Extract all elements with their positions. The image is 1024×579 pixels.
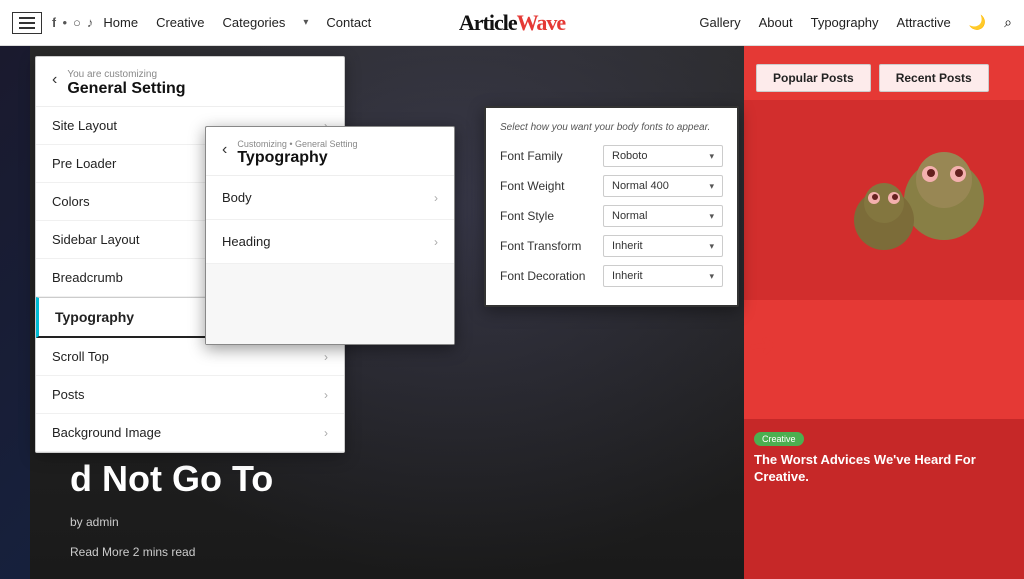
panel-general-subtitle: You are customizing	[67, 69, 185, 80]
font-decoration-select[interactable]: Inherit ▾	[603, 265, 723, 287]
font-style-select[interactable]: Normal ▾	[603, 205, 723, 227]
font-transform-select[interactable]: Inherit ▾	[603, 235, 723, 257]
typography-panel-title: Typography	[237, 149, 357, 167]
main-area: d Not Go To by admin Read More 2 mins re…	[0, 46, 1024, 579]
nav-home[interactable]: Home	[103, 15, 138, 30]
typography-panel: ‹ Customizing • General Setting Typograp…	[205, 126, 455, 345]
dropdown-caret-icon: ▾	[709, 181, 714, 192]
right-sidebar: Popular Posts Recent Posts	[744, 46, 1024, 579]
font-weight-label: Font Weight	[500, 179, 600, 193]
fontstyle-panel: Select how you want your body fonts to a…	[484, 106, 739, 307]
categories-chevron-icon: ▾	[303, 17, 308, 28]
social-icons: 𝐟 • ○ ♪	[52, 15, 93, 31]
font-decoration-label: Font Decoration	[500, 269, 600, 283]
nav-categories[interactable]: Categories	[223, 15, 286, 30]
font-family-label: Font Family	[500, 149, 600, 163]
instagram-icon[interactable]: ○	[73, 15, 81, 30]
typography-heading-item[interactable]: Heading ›	[206, 220, 454, 264]
chevron-icon: ›	[324, 426, 328, 440]
post-tabs: Popular Posts Recent Posts	[744, 56, 1024, 100]
panel-item-posts[interactable]: Posts ›	[36, 376, 344, 414]
sidebar-illustration	[744, 100, 1024, 300]
darkmode-icon[interactable]: 🌙	[969, 14, 986, 31]
font-family-row: Font Family Roboto ▾	[500, 145, 723, 167]
dropdown-caret-icon: ▾	[709, 241, 714, 252]
panel-general-header: ‹ You are customizing General Setting	[36, 57, 344, 107]
chevron-icon: ›	[434, 235, 438, 249]
hero-byline: by admin	[70, 515, 119, 529]
dropdown-caret-icon: ▾	[709, 211, 714, 222]
fontstyle-description: Select how you want your body fonts to a…	[500, 122, 723, 133]
sidebar-card: Creative The Worst Advices We've Heard F…	[744, 419, 1024, 579]
nav-attractive[interactable]: Attractive	[897, 15, 951, 30]
typography-panel-breadcrumb: Customizing • General Setting	[237, 139, 357, 149]
sidebar-card-text: The Worst Advices We've Heard For Creati…	[754, 452, 1014, 486]
panel-general-title: General Setting	[67, 80, 185, 98]
dropdown-caret-icon: ▾	[709, 271, 714, 282]
font-weight-row: Font Weight Normal 400 ▾	[500, 175, 723, 197]
behance-icon[interactable]: •	[62, 15, 67, 30]
font-style-label: Font Style	[500, 209, 600, 223]
tiktok-icon[interactable]: ♪	[87, 15, 94, 30]
font-style-row: Font Style Normal ▾	[500, 205, 723, 227]
nav-gallery[interactable]: Gallery	[699, 15, 740, 30]
chevron-icon: ›	[324, 350, 328, 364]
creative-badge: Creative	[754, 432, 804, 446]
nav-links: Home Creative Categories ▾ Contact	[103, 15, 371, 30]
typography-panel-spacer	[206, 264, 454, 344]
panel-item-background-image[interactable]: Background Image ›	[36, 414, 344, 452]
facebook-icon[interactable]: 𝐟	[52, 15, 56, 31]
dropdown-caret-icon: ▾	[709, 151, 714, 162]
typography-body-item[interactable]: Body ›	[206, 176, 454, 220]
font-transform-row: Font Transform Inherit ▾	[500, 235, 723, 257]
panel-general-back-button[interactable]: ‹	[52, 71, 57, 89]
recent-posts-tab[interactable]: Recent Posts	[879, 64, 989, 92]
font-decoration-row: Font Decoration Inherit ▾	[500, 265, 723, 287]
nav-right-links: Gallery About Typography Attractive 🌙 ⌕	[699, 14, 1012, 31]
chevron-icon: ›	[434, 191, 438, 205]
search-icon[interactable]: ⌕	[1004, 14, 1012, 31]
typography-panel-header: ‹ Customizing • General Setting Typograp…	[206, 127, 454, 176]
arrow-2-icon: ➜	[748, 325, 778, 365]
font-transform-label: Font Transform	[500, 239, 600, 253]
nav-creative[interactable]: Creative	[156, 15, 204, 30]
hamburger-button[interactable]	[12, 12, 42, 34]
font-family-select[interactable]: Roboto ▾	[603, 145, 723, 167]
popular-posts-tab[interactable]: Popular Posts	[756, 64, 871, 92]
nav-typography[interactable]: Typography	[811, 15, 879, 30]
typography-panel-back-button[interactable]: ‹	[222, 141, 227, 159]
site-logo: ArticleWave	[459, 10, 565, 36]
navbar: 𝐟 • ○ ♪ Home Creative Categories ▾ Conta…	[0, 0, 1024, 46]
nav-about[interactable]: About	[759, 15, 793, 30]
nav-contact[interactable]: Contact	[326, 15, 371, 30]
font-weight-select[interactable]: Normal 400 ▾	[603, 175, 723, 197]
hero-heading: d Not Go To	[70, 459, 273, 499]
chevron-icon: ›	[324, 388, 328, 402]
hero-readmore[interactable]: Read More 2 mins read	[70, 545, 195, 559]
